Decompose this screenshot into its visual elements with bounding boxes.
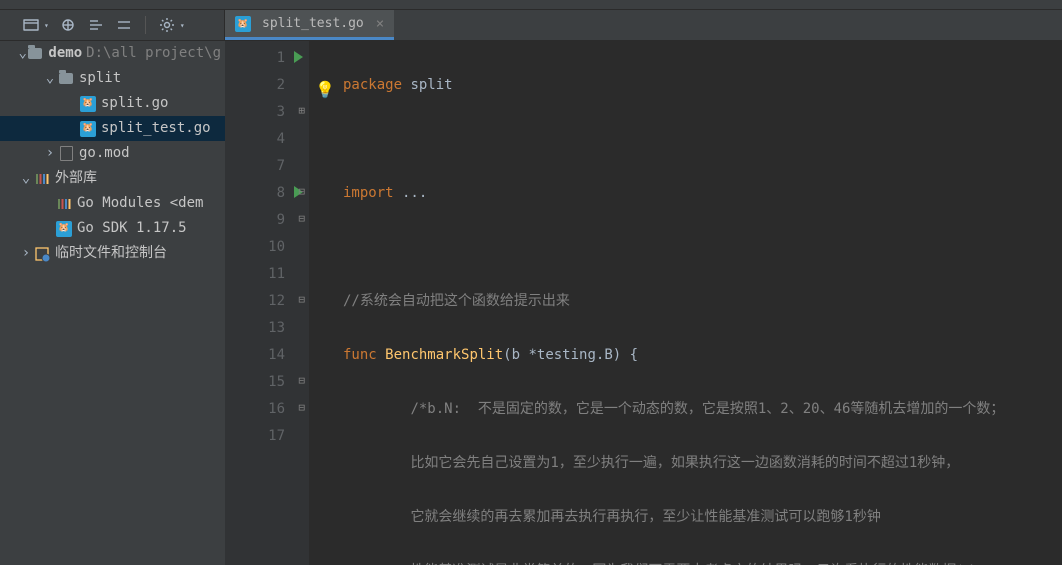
fold-icon[interactable]: ⊟ bbox=[295, 187, 305, 197]
code-token: B bbox=[604, 347, 612, 363]
settings-gear-icon[interactable] bbox=[158, 16, 176, 34]
project-tree[interactable]: ⌄ demo D:\all project\g ⌄ split 🐹 split.… bbox=[0, 41, 225, 565]
chevron-down-icon[interactable]: ⌄ bbox=[18, 171, 34, 187]
fold-icon[interactable]: ⊟ bbox=[295, 295, 305, 305]
line-number: 12 bbox=[268, 293, 285, 309]
code-editor[interactable]: 1 2 💡 3 ⊞ 4 7 8 ⊟ 9 ⊟ 10 11 12 ⊟ 13 14 15 ⊟ 16… bbox=[225, 41, 1062, 565]
line-number: 14 bbox=[268, 347, 285, 363]
code-token: ) { bbox=[613, 347, 638, 363]
line-number: 8 bbox=[277, 185, 285, 201]
file-icon bbox=[58, 146, 74, 162]
go-sdk-icon: 🐹 bbox=[56, 221, 72, 237]
tab-label: split_test.go bbox=[262, 16, 364, 31]
code-token: package bbox=[343, 77, 402, 93]
code-token: func bbox=[343, 347, 377, 363]
dropdown-arrow-icon: ▾ bbox=[180, 21, 185, 30]
go-file-icon: 🐹 bbox=[235, 16, 251, 32]
go-file-icon: 🐹 bbox=[80, 121, 96, 137]
code-comment: //系统会自动把这个函数给提示出来 bbox=[343, 293, 570, 309]
project-view-selector[interactable] bbox=[22, 16, 40, 34]
fold-icon[interactable]: ⊟ bbox=[295, 403, 305, 413]
close-icon[interactable]: × bbox=[376, 16, 384, 32]
chevron-down-icon[interactable]: ⌄ bbox=[18, 46, 27, 62]
tree-node-go-modules[interactable]: Go Modules <dem bbox=[0, 191, 225, 216]
tree-node-gomod[interactable]: › go.mod bbox=[0, 141, 225, 166]
tree-label: split.go bbox=[101, 91, 168, 116]
tree-label: 外部库 bbox=[55, 166, 97, 191]
breadcrumb-bar bbox=[0, 0, 1062, 10]
tree-node-go-sdk[interactable]: 🐹 Go SDK 1.17.5 bbox=[0, 216, 225, 241]
line-number: 7 bbox=[277, 158, 285, 174]
editor-gutter[interactable]: 1 2💡 3⊞ 4 7 8⊟ 9⊟ 10 11 12⊟ 13 14 15⊟ 16… bbox=[225, 41, 309, 565]
tree-node-external-lib[interactable]: ⌄ 外部库 bbox=[0, 166, 225, 191]
fold-icon[interactable]: ⊞ bbox=[295, 106, 305, 116]
go-file-icon: 🐹 bbox=[80, 96, 96, 112]
tree-node-scratches[interactable]: › 临时文件和控制台 bbox=[0, 241, 225, 266]
code-comment: /*b.N: 不是固定的数，它是一个动态的数，它是按照1、2、20、46等随机去… bbox=[343, 401, 1004, 417]
code-token: BenchmarkSplit bbox=[385, 347, 503, 363]
code-token: import bbox=[343, 185, 394, 201]
tree-path: D:\all project\g bbox=[86, 41, 221, 66]
fold-icon[interactable]: ⊟ bbox=[295, 376, 305, 386]
line-number: 11 bbox=[268, 266, 285, 282]
tree-label: Go Modules <dem bbox=[77, 191, 203, 216]
chevron-right-icon[interactable]: › bbox=[18, 246, 34, 262]
line-number: 10 bbox=[268, 239, 285, 255]
line-number: 4 bbox=[277, 131, 285, 147]
folder-icon bbox=[58, 71, 74, 87]
tree-label: 临时文件和控制台 bbox=[55, 241, 167, 266]
expand-all-icon[interactable] bbox=[87, 16, 105, 34]
tree-node-split[interactable]: ⌄ split bbox=[0, 66, 225, 91]
line-number: 1 bbox=[277, 50, 285, 66]
tree-node-split-go[interactable]: 🐹 split.go bbox=[0, 91, 225, 116]
dropdown-arrow-icon: ▾ bbox=[44, 21, 49, 30]
folder-icon bbox=[27, 46, 43, 62]
run-gutter-icon[interactable] bbox=[294, 51, 303, 63]
line-number: 17 bbox=[268, 428, 285, 444]
chevron-right-icon[interactable]: › bbox=[42, 146, 58, 162]
intention-bulb-icon[interactable]: 💡 bbox=[315, 76, 335, 103]
editor-tab-split-test[interactable]: 🐹 split_test.go × bbox=[225, 10, 394, 40]
line-number: 3 bbox=[277, 104, 285, 120]
tree-node-demo[interactable]: ⌄ demo D:\all project\g bbox=[0, 41, 225, 66]
select-opened-file-icon[interactable] bbox=[59, 16, 77, 34]
code-area[interactable]: package split import ... //系统会自动把这个函数给提示… bbox=[309, 41, 1062, 565]
tree-label: go.mod bbox=[79, 141, 130, 166]
line-number: 16 bbox=[268, 401, 285, 417]
toolbar-separator bbox=[145, 16, 146, 34]
code-token: (b * bbox=[503, 347, 537, 363]
code-token: testing bbox=[537, 347, 596, 363]
chevron-down-icon[interactable]: ⌄ bbox=[42, 71, 58, 87]
code-token: split bbox=[410, 77, 452, 93]
tree-label: Go SDK 1.17.5 bbox=[77, 216, 187, 241]
line-number: 2 bbox=[277, 77, 285, 93]
code-comment: 它就会继续的再去累加再去执行再执行，至少让性能基准测试可以跑够1秒钟 bbox=[343, 509, 881, 525]
scratch-icon bbox=[34, 246, 50, 262]
tree-node-split-test-go[interactable]: 🐹 split_test.go bbox=[0, 116, 225, 141]
line-number: 13 bbox=[268, 320, 285, 336]
line-number: 9 bbox=[277, 212, 285, 228]
tree-label: demo bbox=[48, 41, 82, 66]
collapse-all-icon[interactable] bbox=[115, 16, 133, 34]
code-token: ... bbox=[394, 185, 428, 201]
tree-label: split bbox=[79, 66, 121, 91]
fold-icon[interactable]: ⊟ bbox=[295, 214, 305, 224]
line-number: 15 bbox=[268, 374, 285, 390]
toolbar: ▾ ▾ 🐹 split_test.go × bbox=[0, 10, 1062, 41]
code-comment: 比如它会先自己设置为1，至少执行一遍，如果执行这一边函数消耗的时间不超过1秒钟， bbox=[343, 455, 959, 471]
library-icon bbox=[34, 171, 50, 187]
library-icon bbox=[56, 196, 72, 212]
tree-label: split_test.go bbox=[101, 116, 211, 141]
